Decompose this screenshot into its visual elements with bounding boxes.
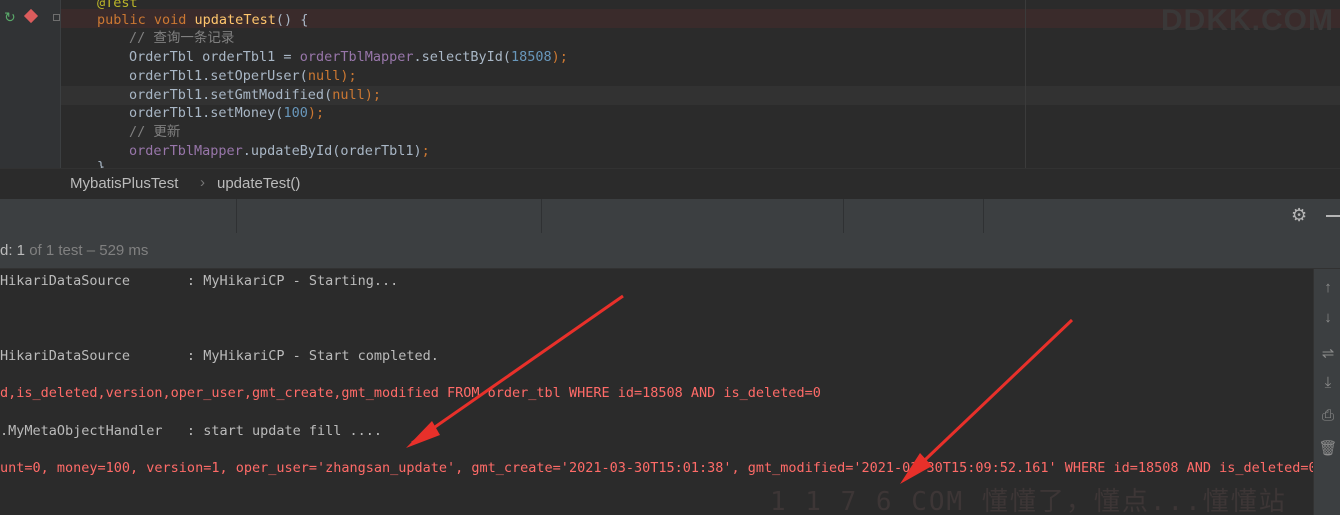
run-test-icon[interactable]: ↻ bbox=[4, 9, 20, 25]
code-line-comment-update: // 更新 bbox=[129, 124, 181, 140]
token-call: orderTbl1.setGmtModified( bbox=[129, 87, 333, 103]
console-line-sql: unt=0, money=100, version=1, oper_user='… bbox=[0, 460, 1313, 476]
toolbar-divider bbox=[843, 199, 844, 233]
test-status-text: d: 1 of 1 test – 529 ms bbox=[0, 242, 148, 259]
tests-summary: of 1 test – 529 ms bbox=[25, 242, 149, 259]
watermark: DDKK.COM bbox=[1161, 4, 1334, 37]
breadcrumb: MybatisPlusTest › updateTest() bbox=[0, 168, 1340, 200]
console-actions: ↑ ↓ ⇌ ⤓ ⎙ 🗑 bbox=[1313, 269, 1340, 515]
breakpoint-icon[interactable] bbox=[23, 8, 39, 24]
fold-marker-icon[interactable] bbox=[53, 14, 60, 21]
breadcrumb-separator: › bbox=[200, 174, 205, 191]
code-line-set-money: orderTbl1.setMoney(100); bbox=[129, 104, 324, 123]
code-line-comment-query: // 查询一条记录 bbox=[129, 30, 235, 46]
scroll-up-icon[interactable]: ↑ bbox=[1318, 279, 1338, 296]
editor-gutter[interactable]: ↻ bbox=[0, 0, 61, 168]
code-line-set-oper-user: orderTbl1.setOperUser(null); bbox=[129, 67, 357, 86]
console-line: HikariDataSource : MyHikariCP - Start co… bbox=[0, 348, 439, 364]
token-call: orderTbl1.setMoney( bbox=[129, 105, 284, 121]
token-modifier: public void bbox=[97, 12, 195, 28]
toolbar-divider bbox=[983, 199, 984, 233]
code-line-update: orderTblMapper.updateById(orderTbl1); bbox=[129, 142, 430, 161]
token-end: ); bbox=[551, 49, 568, 65]
code-line-signature: public void updateTest() { bbox=[97, 11, 308, 30]
token-mapper: orderTblMapper bbox=[129, 143, 243, 159]
gear-icon[interactable]: ⚙ bbox=[1291, 205, 1307, 226]
token-method-name: updateTest bbox=[194, 12, 276, 28]
breadcrumb-method[interactable]: updateTest() bbox=[217, 175, 300, 192]
token-rest: () { bbox=[275, 12, 309, 28]
soft-wrap-icon[interactable]: ⇌ bbox=[1318, 344, 1338, 362]
code-line-set-gmt-modified: orderTbl1.setGmtModified(null); bbox=[129, 86, 381, 105]
token-number: 18508 bbox=[511, 49, 552, 65]
console-line: .MyMetaObjectHandler : start update fill… bbox=[0, 423, 383, 439]
code-line-close: } bbox=[97, 159, 106, 168]
run-tool-window-header: ⚙ bbox=[0, 199, 1340, 234]
token-null: null bbox=[332, 87, 365, 103]
token-end: ); bbox=[307, 105, 325, 121]
code-editor[interactable]: ↻ DDKK.COM @Test public void updateTest(… bbox=[0, 0, 1340, 168]
scroll-down-icon[interactable]: ↓ bbox=[1318, 309, 1338, 326]
test-status-bar: d: 1 of 1 test – 529 ms bbox=[0, 233, 1340, 269]
token-mapper: orderTblMapper bbox=[299, 49, 414, 65]
token-call: .updateById(orderTbl1) bbox=[242, 143, 422, 159]
minimize-icon[interactable] bbox=[1326, 215, 1340, 217]
code-line-select: OrderTbl orderTbl1 = orderTblMapper.sele… bbox=[129, 48, 568, 67]
toolbar-divider bbox=[236, 199, 237, 233]
watermark: 1 1 7 6 COM 懂懂了，懂点...懂懂站 bbox=[770, 487, 1287, 515]
token-null: null bbox=[307, 68, 341, 84]
token-call: .selectById( bbox=[413, 49, 512, 65]
token-number: 100 bbox=[283, 105, 308, 121]
token-decl: OrderTbl orderTbl1 = bbox=[129, 49, 300, 65]
breadcrumb-class[interactable]: MybatisPlusTest bbox=[70, 175, 178, 192]
token-end: ); bbox=[364, 87, 381, 103]
console-output[interactable]: HikariDataSource : MyHikariCP - Starting… bbox=[0, 269, 1313, 515]
trash-icon[interactable]: 🗑 bbox=[1318, 439, 1338, 457]
token-end: ; bbox=[421, 143, 430, 159]
token-call: orderTbl1.setOperUser( bbox=[129, 68, 308, 84]
scroll-to-end-icon[interactable]: ⤓ bbox=[1318, 374, 1338, 391]
toolbar-divider bbox=[541, 199, 542, 233]
console-line-sql: d,is_deleted,version,oper_user,gmt_creat… bbox=[0, 385, 821, 401]
right-margin-guide bbox=[1025, 0, 1026, 168]
print-icon[interactable]: ⎙ bbox=[1318, 407, 1338, 424]
console-line: HikariDataSource : MyHikariCP - Starting… bbox=[0, 273, 399, 289]
tests-passed-count: d: 1 bbox=[0, 242, 26, 259]
token-end: ); bbox=[340, 68, 357, 84]
